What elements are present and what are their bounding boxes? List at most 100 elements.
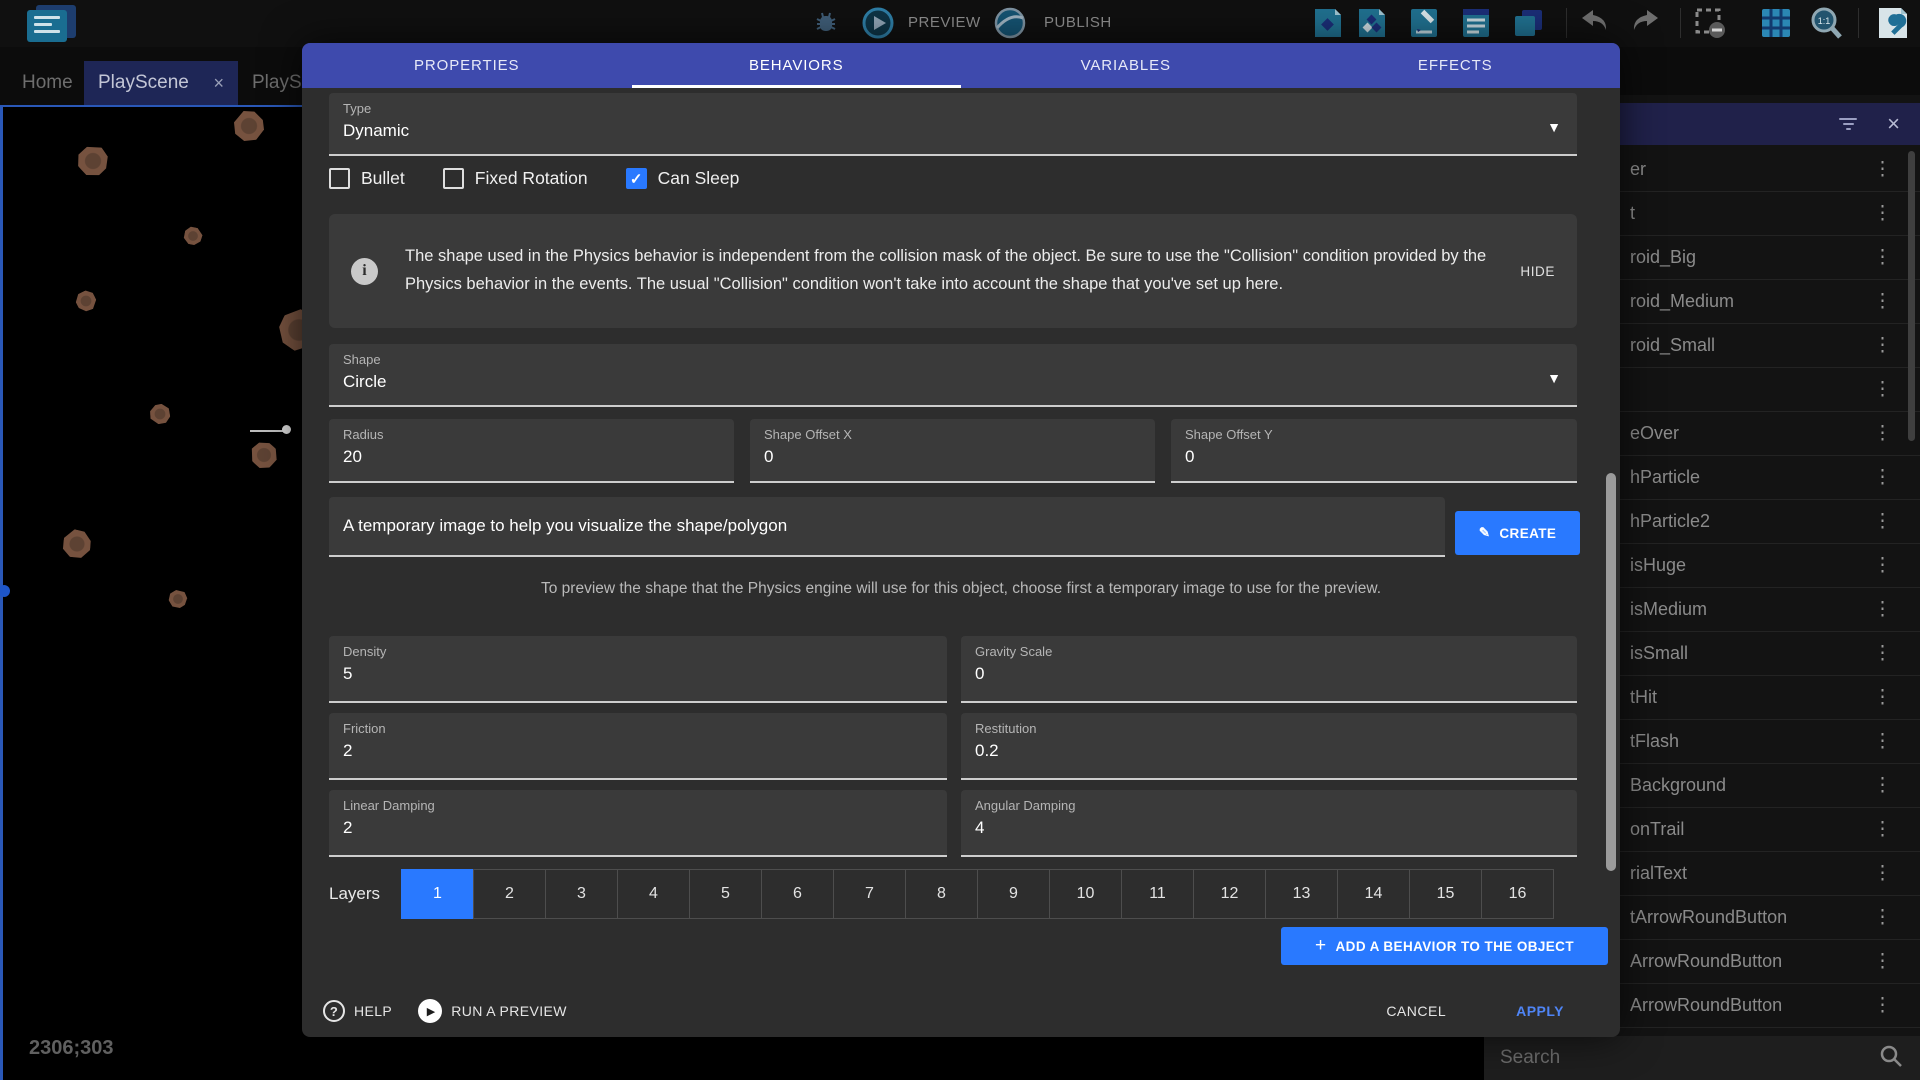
layer-option-2[interactable]: 2 <box>473 869 546 919</box>
layer-option-12[interactable]: 12 <box>1193 869 1266 919</box>
tab-variables[interactable]: VARIABLES <box>961 43 1291 88</box>
kebab-menu-icon[interactable]: ⋮ <box>1873 158 1892 181</box>
shape-value: Circle <box>343 372 1563 392</box>
filter-icon[interactable] <box>1839 115 1857 133</box>
tab-effects[interactable]: EFFECTS <box>1291 43 1621 88</box>
publish-globe-icon[interactable] <box>990 5 1030 41</box>
kebab-menu-icon[interactable]: ⋮ <box>1873 994 1892 1017</box>
asteroid-sprite[interactable] <box>73 288 99 314</box>
edit-scene-icon[interactable] <box>1404 5 1444 41</box>
layer-option-5[interactable]: 5 <box>689 869 762 919</box>
friction-field[interactable]: Friction 2 <box>329 713 947 780</box>
fixed-rotation-checkbox[interactable]: Fixed Rotation <box>443 168 588 189</box>
kebab-menu-icon[interactable]: ⋮ <box>1873 378 1892 401</box>
instances-list-icon[interactable] <box>1456 5 1496 41</box>
shape-offset-y-field[interactable]: Shape Offset Y 0 <box>1171 419 1577 483</box>
project-wrench-icon[interactable] <box>1872 5 1912 41</box>
preview-play-icon[interactable] <box>858 5 898 41</box>
layer-option-13[interactable]: 13 <box>1265 869 1338 919</box>
layers-icon[interactable] <box>1508 5 1548 41</box>
asteroid-sprite[interactable] <box>72 140 114 182</box>
search-icon[interactable] <box>1878 1043 1904 1074</box>
shape-offset-x-field[interactable]: Shape Offset X 0 <box>750 419 1155 483</box>
publish-button[interactable]: PUBLISH <box>1044 14 1112 31</box>
kebab-menu-icon[interactable]: ⋮ <box>1873 774 1892 797</box>
asteroid-sprite[interactable] <box>182 225 204 247</box>
close-panel-icon[interactable]: × <box>1887 111 1900 137</box>
layer-option-14[interactable]: 14 <box>1337 869 1410 919</box>
kebab-menu-icon[interactable]: ⋮ <box>1873 554 1892 577</box>
layer-option-10[interactable]: 10 <box>1049 869 1122 919</box>
help-label: HELP <box>354 1003 392 1019</box>
kebab-menu-icon[interactable]: ⋮ <box>1873 422 1892 445</box>
density-field[interactable]: Density 5 <box>329 636 947 703</box>
kebab-menu-icon[interactable]: ⋮ <box>1873 686 1892 709</box>
kebab-menu-icon[interactable]: ⋮ <box>1873 510 1892 533</box>
asteroid-sprite[interactable] <box>234 111 264 141</box>
preview-button[interactable]: PREVIEW <box>908 14 981 31</box>
bullet-checkbox[interactable]: Bullet <box>329 168 405 189</box>
can-sleep-checkbox[interactable]: Can Sleep <box>626 168 740 189</box>
layer-option-3[interactable]: 3 <box>545 869 618 919</box>
hide-button[interactable]: HIDE <box>1520 264 1555 279</box>
dialog-scrollbar[interactable] <box>1606 473 1616 871</box>
kebab-menu-icon[interactable]: ⋮ <box>1873 202 1892 225</box>
add-behavior-button[interactable]: + ADD A BEHAVIOR TO THE OBJECT <box>1281 927 1608 965</box>
type-select[interactable]: Type Dynamic ▼ <box>329 93 1577 156</box>
main-menu-button[interactable] <box>27 10 67 42</box>
asteroid-sprite[interactable] <box>166 587 190 611</box>
redo-icon[interactable] <box>1624 5 1664 41</box>
kebab-menu-icon[interactable]: ⋮ <box>1873 334 1892 357</box>
temp-image-input[interactable]: A temporary image to help you visualize … <box>329 497 1445 557</box>
tab-behaviors[interactable]: BEHAVIORS <box>632 43 962 88</box>
grid-icon[interactable] <box>1756 5 1796 41</box>
radius-field[interactable]: Radius 20 <box>329 419 734 483</box>
kebab-menu-icon[interactable]: ⋮ <box>1873 906 1892 929</box>
shape-select[interactable]: Shape Circle ▼ <box>329 344 1577 407</box>
layer-option-15[interactable]: 15 <box>1409 869 1482 919</box>
search-input[interactable] <box>1500 1047 1878 1069</box>
restitution-field[interactable]: Restitution 0.2 <box>961 713 1577 780</box>
layer-option-8[interactable]: 8 <box>905 869 978 919</box>
layer-option-11[interactable]: 11 <box>1121 869 1194 919</box>
kebab-menu-icon[interactable]: ⋮ <box>1873 642 1892 665</box>
help-button[interactable]: ? HELP <box>323 1000 392 1022</box>
kebab-menu-icon[interactable]: ⋮ <box>1873 818 1892 841</box>
kebab-menu-icon[interactable]: ⋮ <box>1873 862 1892 885</box>
angular-damping-field[interactable]: Angular Damping 4 <box>961 790 1577 857</box>
close-tab-icon[interactable]: × <box>213 73 224 94</box>
object-groups-icon[interactable] <box>1352 5 1392 41</box>
linear-damping-field[interactable]: Linear Damping 2 <box>329 790 947 857</box>
tab-playscene[interactable]: PlayScene × <box>84 61 238 105</box>
layer-option-4[interactable]: 4 <box>617 869 690 919</box>
undo-icon[interactable] <box>1576 5 1616 41</box>
gravity-scale-field[interactable]: Gravity Scale 0 <box>961 636 1577 703</box>
asteroid-sprite[interactable] <box>61 528 94 561</box>
deselect-mask-icon[interactable] <box>1690 5 1730 41</box>
run-preview-button[interactable]: ▶ RUN A PREVIEW <box>418 999 567 1023</box>
layer-option-6[interactable]: 6 <box>761 869 834 919</box>
kebab-menu-icon[interactable]: ⋮ <box>1873 950 1892 973</box>
layer-option-7[interactable]: 7 <box>833 869 906 919</box>
create-button[interactable]: ✎ CREATE <box>1455 511 1580 555</box>
asteroid-sprite[interactable] <box>246 437 283 474</box>
layer-option-9[interactable]: 9 <box>977 869 1050 919</box>
zoom-1-1-icon[interactable]: 1:1 <box>1806 5 1846 41</box>
tab-playscene2-partial[interactable]: PlayS <box>252 61 302 105</box>
apply-button[interactable]: APPLY <box>1516 1003 1564 1019</box>
kebab-menu-icon[interactable]: ⋮ <box>1873 598 1892 621</box>
layer-option-1[interactable]: 1 <box>401 869 474 919</box>
kebab-menu-icon[interactable]: ⋮ <box>1873 730 1892 753</box>
kebab-menu-icon[interactable]: ⋮ <box>1873 290 1892 313</box>
tab-home[interactable]: Home <box>0 61 95 105</box>
asteroid-sprite[interactable] <box>149 403 171 425</box>
cancel-button[interactable]: CANCEL <box>1386 1003 1446 1019</box>
kebab-menu-icon[interactable]: ⋮ <box>1873 246 1892 269</box>
objects-panel-icon[interactable] <box>1308 5 1348 41</box>
panel-scrollbar[interactable] <box>1908 151 1915 441</box>
tab-properties[interactable]: PROPERTIES <box>302 43 632 88</box>
debugger-bug-icon[interactable] <box>806 5 846 41</box>
kebab-menu-icon[interactable]: ⋮ <box>1873 466 1892 489</box>
layer-option-16[interactable]: 16 <box>1481 869 1554 919</box>
instance-gizmo-handle[interactable] <box>282 425 291 434</box>
